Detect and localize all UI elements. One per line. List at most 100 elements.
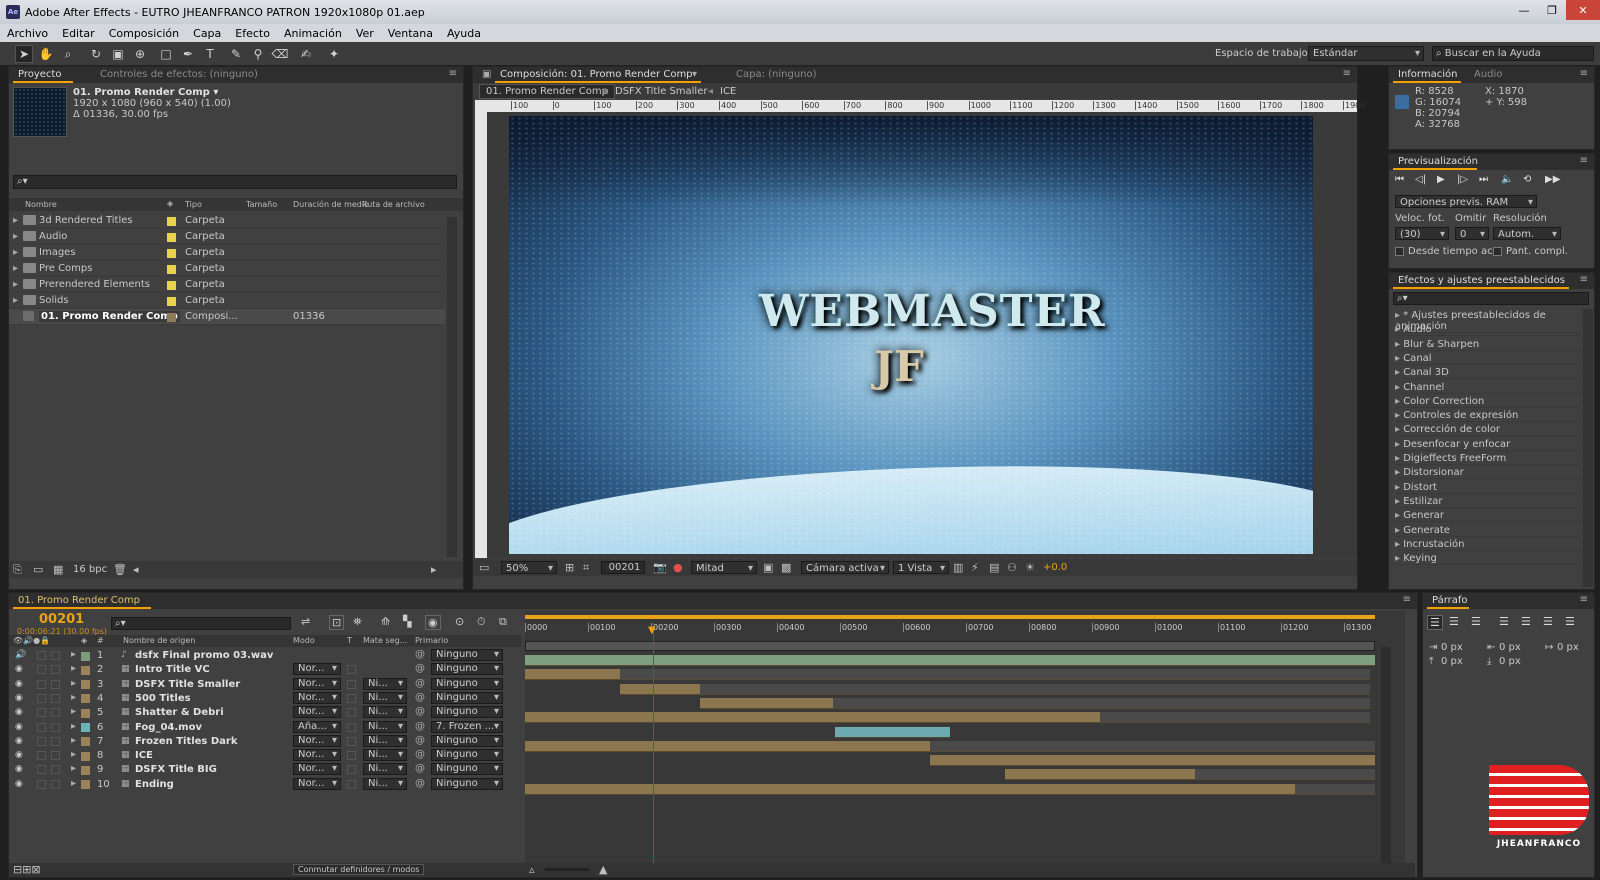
lock-toggle[interactable] — [51, 779, 60, 789]
expand-triangle-icon[interactable]: ▸ — [71, 663, 76, 674]
expand-triangle-icon[interactable]: ▸ — [13, 247, 18, 258]
layer-mode-select[interactable]: Aña... — [293, 720, 341, 733]
zoom-tool-icon[interactable]: ⌕ — [59, 45, 77, 63]
expand-triangle-icon[interactable]: ▸ — [1395, 453, 1403, 464]
graph-editor-icon[interactable]: ⊙ — [455, 615, 464, 628]
align-center-icon[interactable]: ☰ — [1449, 615, 1459, 628]
justify-center-icon[interactable]: ☰ — [1521, 615, 1531, 628]
timeline-layer-row[interactable]: 🔊 ▸ 1 ♪ dsfx Final promo 03.wav @ Ninguno — [9, 649, 521, 663]
last-frame-icon[interactable]: ⏭ — [1479, 174, 1488, 185]
loop-icon[interactable]: ⟲ — [1523, 174, 1531, 185]
expand-triangle-icon[interactable]: ▸ — [1395, 539, 1403, 550]
expand-triangle-icon[interactable]: ▸ — [13, 263, 18, 274]
col-trkmat[interactable]: Mate seg... — [363, 636, 407, 645]
expand-triangle-icon[interactable]: ▸ — [71, 778, 76, 789]
exposure-value[interactable]: +0.0 — [1043, 562, 1067, 573]
eye-icon[interactable]: ◉ — [15, 750, 23, 760]
pen-tool-icon[interactable]: ✒ — [179, 45, 197, 63]
new-comp-icon[interactable]: ▦ — [53, 563, 63, 576]
parent-select[interactable]: Ninguno — [431, 706, 503, 719]
zoom-in-icon[interactable]: ▲ — [599, 863, 607, 876]
effect-category[interactable]: ▸ Corrección de color — [1395, 424, 1581, 437]
expand-triangle-icon[interactable]: ▸ — [13, 215, 18, 226]
zoom-select[interactable]: 50% — [501, 561, 557, 575]
audio-icon[interactable]: 🔈 — [1501, 174, 1513, 185]
effect-category[interactable]: ▸ Canal 3D — [1395, 367, 1581, 380]
parent-select[interactable]: Ninguno — [431, 677, 503, 690]
lock-toggle[interactable] — [51, 722, 60, 732]
timeline-layer-row[interactable]: ◉ ▸ 7 ▦ Frozen Titles Dark Nor... Ni... @ Ningun… — [9, 734, 521, 749]
layer-duration-bar[interactable] — [700, 697, 833, 709]
parent-select[interactable]: Ninguno — [431, 763, 503, 776]
ram-preview-icon[interactable]: ▶▶ — [1545, 174, 1560, 185]
menu-capa[interactable]: Capa — [186, 27, 228, 40]
col-mode[interactable]: Modo — [293, 636, 315, 645]
resolution-select[interactable]: Mitad — [691, 561, 757, 575]
menu-ayuda[interactable]: Ayuda — [440, 27, 488, 40]
lock-toggle[interactable] — [51, 665, 60, 675]
audio-icon[interactable]: 🔊 — [15, 650, 26, 660]
track-matte-select[interactable]: Ni... — [363, 734, 407, 747]
full-screen-checkbox[interactable] — [1493, 247, 1502, 256]
indent-left-value[interactable]: 0 px — [1441, 642, 1463, 653]
space-before-value[interactable]: 0 px — [1441, 656, 1463, 667]
eye-icon[interactable]: ◉ — [15, 693, 23, 703]
tab-audio[interactable]: Audio — [1469, 69, 1507, 80]
zoom-out-icon[interactable]: ▵ — [529, 863, 535, 876]
preserve-transparency-toggle[interactable] — [347, 679, 356, 689]
layer-duration-bar[interactable] — [835, 726, 950, 738]
track-matte-select[interactable]: Ni... — [363, 749, 407, 762]
layer-duration-bar[interactable] — [525, 740, 930, 752]
indent-right-value[interactable]: 0 px — [1499, 642, 1521, 653]
expand-triangle-icon[interactable]: ▸ — [71, 735, 76, 746]
col-path[interactable]: Ruta de archivo — [362, 200, 425, 209]
new-folder-icon[interactable]: ▭ — [33, 563, 43, 576]
effect-category[interactable]: ▸ Incrustación — [1395, 539, 1581, 551]
effect-category[interactable]: ▸ Estilizar — [1395, 496, 1581, 508]
project-item[interactable]: ▸ Pre Comps Carpeta — [9, 261, 445, 277]
lock-toggle[interactable] — [51, 679, 60, 689]
solo-toggle[interactable] — [37, 693, 46, 703]
timeline-layer-row[interactable]: ◉ ▸ 8 ▦ ICE Nor... Ni... @ Ninguno — [9, 749, 521, 763]
roto-brush-tool-icon[interactable]: ✍ — [297, 45, 315, 63]
effect-category[interactable]: ▸ Blur & Sharpen — [1395, 339, 1581, 351]
eye-icon[interactable]: ◉ — [15, 764, 23, 774]
effect-category[interactable]: ▸ Digieffects FreeForm — [1395, 453, 1581, 465]
toggle-switches-modes-button[interactable]: Conmutar definidores / modos — [293, 864, 425, 875]
pick-whip-icon[interactable]: @ — [415, 778, 425, 789]
views-select[interactable]: 1 Vista — [893, 561, 949, 575]
menu-archivo[interactable]: Archivo — [0, 27, 55, 40]
track-matte-select[interactable]: Ni... — [363, 706, 407, 719]
label-tag-icon[interactable]: ◈ — [167, 199, 173, 208]
expand-triangle-icon[interactable]: ▸ — [13, 295, 18, 306]
track-matte-select[interactable]: Ni... — [363, 691, 407, 704]
label-color-icon[interactable] — [81, 780, 90, 790]
ram-options-select[interactable]: Opciones previs. RAM — [1395, 195, 1537, 209]
eye-icon[interactable]: ◉ — [15, 736, 23, 746]
expand-triangle-icon[interactable]: ▸ — [1395, 410, 1403, 421]
label-color-icon[interactable] — [81, 765, 90, 775]
tab-layer[interactable]: Capa: (ninguno) — [731, 69, 822, 80]
expand-triangle-icon[interactable]: ▸ — [13, 279, 18, 290]
channels-icon[interactable]: ● — [673, 561, 683, 574]
draft-3d-icon[interactable]: ⊡ — [329, 615, 345, 630]
label-color-icon[interactable] — [81, 694, 90, 704]
brush-tool-icon[interactable]: ✎ — [227, 45, 245, 63]
expand-triangle-icon[interactable]: ▸ — [1395, 396, 1403, 407]
brainstorm-icon[interactable]: ◉ — [425, 615, 441, 630]
tab-composition[interactable]: Composición: 01. Promo Render Comp — [495, 69, 698, 80]
justify-right-icon[interactable]: ☰ — [1543, 615, 1553, 628]
preserve-transparency-toggle[interactable] — [347, 693, 356, 703]
indent-first-value[interactable]: 0 px — [1557, 642, 1579, 653]
layer-mode-select[interactable]: Nor... — [293, 777, 341, 790]
layer-duration-bar[interactable] — [930, 755, 1375, 767]
tab-paragraph[interactable]: Párrafo — [1427, 595, 1473, 606]
pick-whip-icon[interactable]: @ — [415, 735, 425, 746]
expand-triangle-icon[interactable]: ▸ — [1395, 424, 1403, 435]
solo-toggle[interactable] — [37, 722, 46, 732]
preserve-transparency-toggle[interactable] — [347, 665, 356, 675]
tab-effects-presets[interactable]: Efectos y ajustes preestablecidos — [1393, 275, 1570, 286]
motion-blur-icon[interactable]: ▚ — [403, 615, 411, 628]
project-scrollbar[interactable] — [447, 217, 457, 557]
panel-menu-icon[interactable]: ≡ — [1343, 68, 1351, 79]
